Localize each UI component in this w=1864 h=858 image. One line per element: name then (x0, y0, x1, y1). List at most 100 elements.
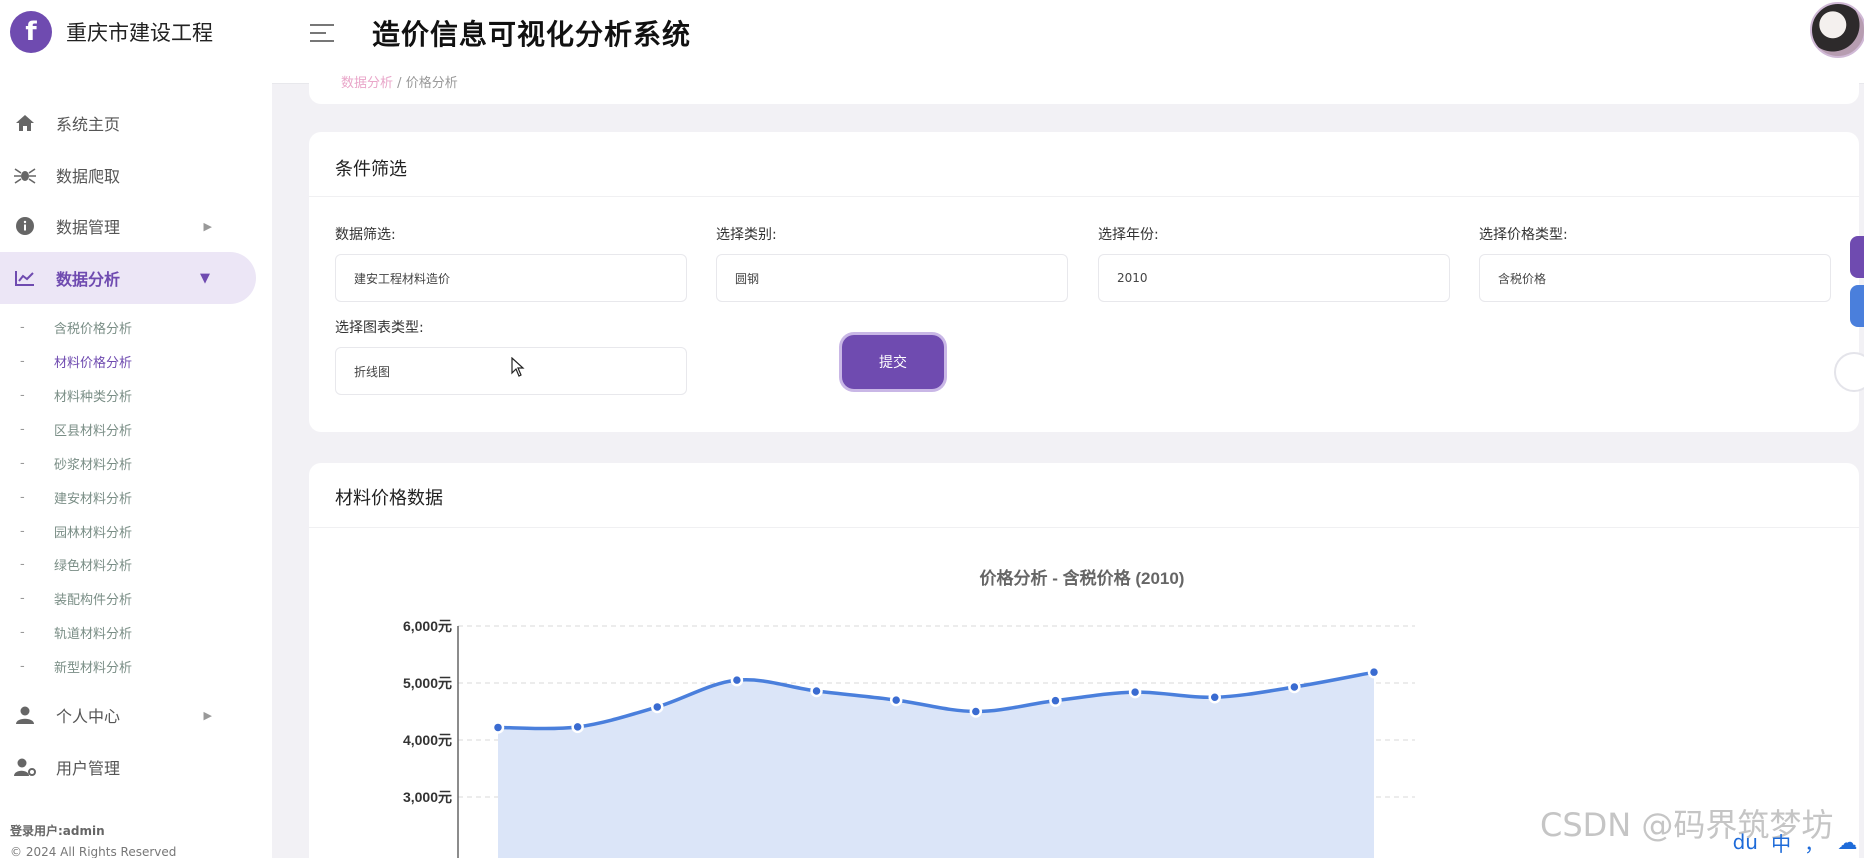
sidebar-item-home[interactable]: 系统主页 (0, 98, 256, 148)
data-filter-label: 数据筛选: (335, 227, 396, 243)
home-icon (14, 112, 36, 134)
data-point[interactable] (810, 684, 823, 698)
sub-item-dash: - (20, 353, 25, 369)
login-user: 登录用户:admin (10, 824, 105, 838)
chart-line-icon (14, 267, 36, 289)
sidebar-item-label: 个人中心 (56, 707, 121, 726)
y-tick-label: 4,000元 (403, 732, 452, 748)
chart-title: 价格分析 - 含税价格 (2010) (980, 568, 1185, 588)
menu-toggle-icon[interactable] (310, 24, 334, 48)
cloud-icon[interactable]: ☁ (1837, 830, 1857, 854)
y-tick-label: 6,000元 (403, 618, 452, 634)
brand-logo: f (10, 11, 52, 53)
sub-item-material-price[interactable]: - 材料价格分析 (20, 350, 132, 372)
header: 造价信息可视化分析系统 (272, 0, 1864, 84)
sub-item-prefab[interactable]: - 装配构件分析 (20, 587, 132, 609)
breadcrumb-separator: / (397, 76, 402, 91)
results-card-title: 材料价格数据 (335, 488, 443, 509)
series-area (498, 672, 1374, 858)
sub-item-green[interactable]: - 绿色材料分析 (20, 553, 132, 575)
data-point[interactable] (969, 705, 983, 718)
data-point[interactable] (1128, 685, 1142, 699)
sub-item-dash: - (20, 624, 25, 640)
chart-type-label: 选择图表类型: (335, 320, 424, 336)
sub-item-new-material[interactable]: - 新型材料分析 (20, 655, 132, 677)
data-point[interactable] (571, 720, 584, 734)
sub-item-label: 轨道材料分析 (54, 626, 133, 642)
data-point[interactable] (1049, 694, 1062, 707)
sub-item-dash: - (20, 523, 25, 539)
sidebar-item-label: 数据分析 (56, 270, 121, 289)
sub-item-dash: - (20, 319, 25, 335)
divider (309, 196, 1859, 197)
sub-item-label: 建安材料分析 (54, 491, 133, 507)
sidebar: f 重庆市建设工程 系统主页 数据爬取 数据管理 ▶ 数据分析 ▼ - 含税价格分… (0, 0, 272, 858)
sidebar-item-label: 用户管理 (56, 759, 121, 778)
sub-item-label: 区县材料分析 (54, 423, 133, 439)
sub-item-dash: - (20, 489, 25, 505)
sub-item-material-type[interactable]: - 材料种类分析 (20, 384, 132, 406)
sidebar-item-data-manage[interactable]: 数据管理 ▶ (0, 201, 256, 251)
page-title: 造价信息可视化分析系统 (372, 18, 692, 51)
y-tick-label: 3,000元 (403, 789, 452, 805)
brand-name: 重庆市建设工程 (66, 21, 213, 45)
price-chart: 价格分析 - 含税价格 (2010) 6,000元 5,000元 4,000元 3,0… (403, 568, 1415, 858)
sub-item-taxed-price[interactable]: - 含税价格分析 (20, 316, 132, 338)
spider-icon (14, 164, 36, 186)
sidebar-item-label: 系统主页 (56, 115, 121, 134)
price-type-select[interactable]: 含税价格 (1479, 254, 1831, 302)
sub-item-rail[interactable]: - 轨道材料分析 (20, 621, 132, 643)
sidebar-item-crawl[interactable]: 数据爬取 (0, 150, 256, 200)
sub-item-label: 含税价格分析 (54, 321, 133, 337)
year-select[interactable]: 2010 (1098, 254, 1450, 302)
brand[interactable]: f 重庆市建设工程 (10, 10, 213, 54)
sub-item-label: 材料价格分析 (54, 355, 133, 371)
ime-language-indicator[interactable]: 中 (1771, 828, 1791, 857)
sub-item-dash: - (20, 387, 25, 403)
sidebar-item-label: 数据管理 (56, 218, 121, 237)
sub-item-mortar[interactable]: - 砂浆材料分析 (20, 452, 132, 474)
system-tray: du 中 ， ☁ (1726, 826, 1864, 858)
data-point[interactable] (651, 700, 664, 714)
data-point[interactable] (491, 721, 505, 734)
sub-item-label: 新型材料分析 (54, 660, 133, 676)
floating-tab-purple[interactable] (1850, 236, 1864, 278)
sub-item-dash: - (20, 455, 25, 471)
sidebar-item-profile[interactable]: 个人中心 ▶ (0, 690, 256, 740)
user-icon (14, 704, 36, 726)
category-select[interactable]: 圆钢 (716, 254, 1068, 302)
sub-item-garden[interactable]: - 园林材料分析 (20, 520, 132, 542)
sub-item-dash: - (20, 421, 25, 437)
chevron-right-icon: ▶ (203, 708, 212, 722)
data-point[interactable] (1208, 691, 1221, 704)
chevron-down-icon: ▼ (200, 270, 210, 286)
chevron-right-icon: ▶ (203, 219, 212, 233)
sidebar-item-data-analysis[interactable]: 数据分析 ▼ (0, 252, 256, 304)
divider (309, 527, 1859, 528)
sub-item-label: 园林材料分析 (54, 525, 133, 541)
data-point[interactable] (889, 693, 903, 707)
sub-item-construction[interactable]: - 建安材料分析 (20, 486, 132, 508)
sub-item-label: 材料种类分析 (54, 389, 133, 405)
breadcrumb: 数据分析 / 价格分析 (341, 72, 458, 91)
data-point[interactable] (1288, 680, 1301, 694)
y-tick-label: 5,000元 (403, 675, 452, 691)
sub-item-label: 砂浆材料分析 (54, 457, 133, 473)
data-point[interactable] (730, 673, 744, 687)
data-filter-select[interactable]: 建安工程材料造价 (335, 254, 687, 302)
submit-button[interactable]: 提交 (842, 335, 944, 389)
ime-icon[interactable]: du (1733, 830, 1758, 854)
sidebar-item-user-manage[interactable]: 用户管理 (0, 742, 256, 792)
category-label: 选择类别: (716, 227, 777, 243)
user-gear-icon (14, 756, 36, 778)
avatar[interactable] (1810, 2, 1864, 58)
punctuation-indicator[interactable]: ， (1804, 828, 1824, 857)
sub-item-dash: - (20, 590, 25, 606)
floating-tab-blue[interactable] (1850, 285, 1864, 327)
sidebar-item-label: 数据爬取 (56, 167, 121, 186)
data-point[interactable] (1367, 665, 1381, 679)
sub-item-district[interactable]: - 区县材料分析 (20, 418, 132, 440)
breadcrumb-parent[interactable]: 数据分析 (341, 76, 393, 91)
breadcrumb-current: 价格分析 (405, 76, 458, 91)
filter-card-title: 条件筛选 (335, 159, 407, 180)
